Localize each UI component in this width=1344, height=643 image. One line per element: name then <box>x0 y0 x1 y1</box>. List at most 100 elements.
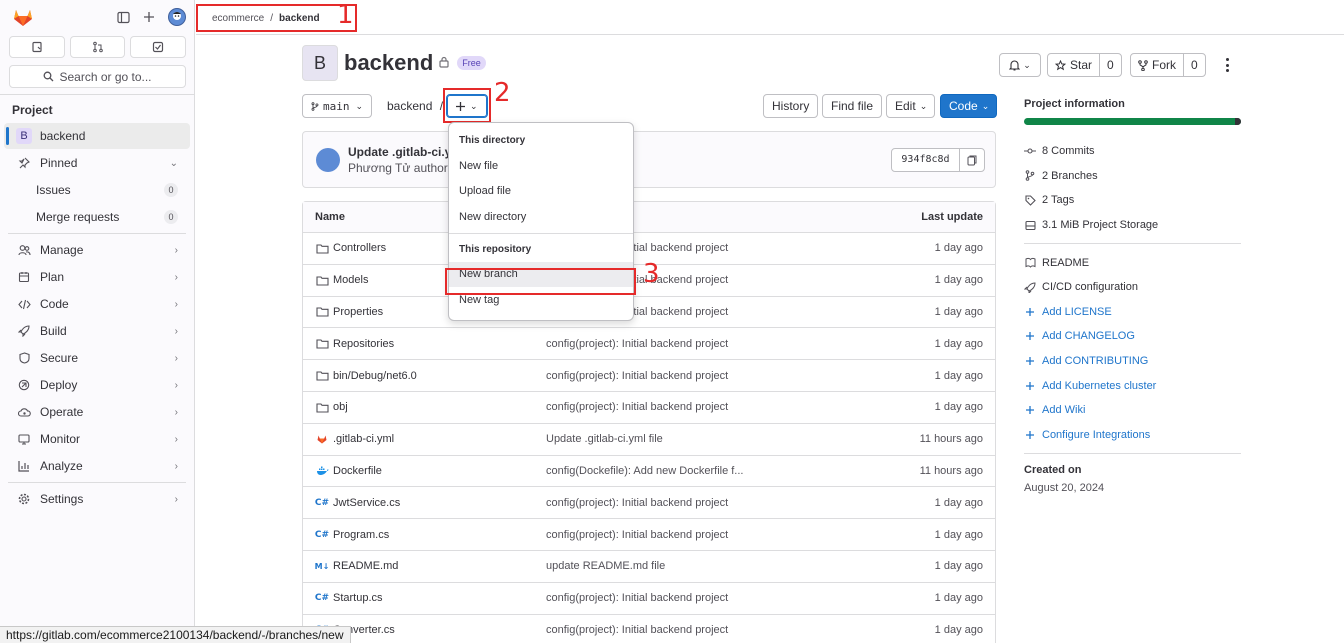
star-count[interactable]: 0 <box>1100 58 1121 72</box>
project-link[interactable]: Add Wiki <box>1024 398 1241 423</box>
sidebar-toggle-icon[interactable] <box>116 10 130 24</box>
file-name-link[interactable]: bin/Debug/net6.0 <box>315 370 417 382</box>
commit-sha-link[interactable]: 934f8c8d <box>892 149 960 171</box>
project-link[interactable]: Add LICENSE <box>1024 300 1241 325</box>
commit-author-avatar[interactable] <box>316 148 340 172</box>
commit-message-link[interactable]: config(project): Initial backend project <box>546 624 728 636</box>
count-badge: 0 <box>164 183 178 197</box>
sidebar-item-plan[interactable]: Plan › <box>4 264 190 290</box>
sidebar-item-settings[interactable]: Settings › <box>4 486 190 512</box>
commit-message-link[interactable]: config(project): Initial backend project <box>546 592 728 604</box>
commit-message-link[interactable]: Update .gitlab-ci.yml file <box>546 433 663 445</box>
sidebar-item-pinned[interactable]: Pinned ⌄ <box>4 150 190 176</box>
sidebar-section-heading: Project <box>12 103 53 117</box>
sidebar-item-build[interactable]: Build › <box>4 318 190 344</box>
new-directory-item[interactable]: New directory <box>449 204 633 230</box>
path-root-link[interactable]: backend <box>387 99 432 113</box>
project-link[interactable]: Add CONTRIBUTING <box>1024 349 1241 374</box>
table-row[interactable]: C# Startup.cs config(project): Initial bac… <box>303 583 995 615</box>
find-file-button[interactable]: Find file <box>822 94 883 118</box>
docker-icon <box>315 465 329 476</box>
table-row[interactable]: .gitlab-ci.yml Update .gitlab-ci.yml file… <box>303 424 995 456</box>
merge-requests-shortcut-button[interactable] <box>69 36 126 58</box>
project-stat-link[interactable]: 3.1 MiB Project Storage <box>1024 213 1241 238</box>
table-row[interactable]: Dockerfile config(Dockefile): Add new Doc… <box>303 456 995 488</box>
project-link[interactable]: Configure Integrations <box>1024 423 1241 448</box>
commit-message-link[interactable]: config(project): Initial backend project <box>546 529 728 541</box>
sidebar-item-code[interactable]: Code › <box>4 291 190 317</box>
file-name-link[interactable]: Dockerfile <box>315 465 382 477</box>
table-row[interactable]: C# Program.cs config(project): Initial bac… <box>303 519 995 551</box>
file-name-link[interactable]: .gitlab-ci.yml <box>315 433 394 445</box>
sidebar-item-secure[interactable]: Secure › <box>4 345 190 371</box>
history-button[interactable]: History <box>763 94 819 118</box>
table-row[interactable]: Repositories config(project): Initial bac… <box>303 328 995 361</box>
project-link-label: Add CHANGELOG <box>1042 330 1135 343</box>
commit-message-link[interactable]: config(project): Initial backend project <box>546 370 728 382</box>
user-avatar[interactable] <box>168 8 186 26</box>
issues-shortcut-button[interactable] <box>9 36 65 58</box>
sidebar-item-analyze[interactable]: Analyze › <box>4 453 190 479</box>
commit-message-link[interactable]: config(project): Initial backend project <box>546 401 728 413</box>
upload-file-item[interactable]: Upload file <box>449 179 633 205</box>
code-dropdown-button[interactable]: Code ⌄ <box>940 94 997 118</box>
search-button[interactable]: Search or go to... <box>9 65 186 88</box>
file-name-link[interactable]: C# Startup.cs <box>315 592 383 604</box>
file-name-link[interactable]: Properties <box>315 306 383 318</box>
file-name-link[interactable]: Repositories <box>315 338 394 350</box>
new-file-item[interactable]: New file <box>449 153 633 179</box>
column-header-name: Name <box>315 211 345 223</box>
table-row[interactable]: obj config(project): Initial backend proj… <box>303 392 995 424</box>
project-stat-link[interactable]: 2 Branches <box>1024 164 1241 189</box>
notifications-button[interactable]: ⌄ <box>999 53 1041 77</box>
commit-author-link[interactable]: Phương Tử <box>348 161 410 175</box>
branch-selector[interactable]: main ⌄ <box>302 94 372 118</box>
commit-message-link[interactable]: config(Dockefile): Add new Dockerfile f.… <box>546 465 743 477</box>
file-name-link[interactable]: C# Program.cs <box>315 529 389 541</box>
table-row[interactable]: C# JwtService.cs config(project): Initial … <box>303 487 995 520</box>
project-link[interactable]: Add CHANGELOG <box>1024 324 1241 349</box>
table-row[interactable]: bin/Debug/net6.0 config(project): Initial… <box>303 360 995 392</box>
sidebar-item-deploy[interactable]: Deploy › <box>4 372 190 398</box>
file-name-link[interactable]: obj <box>315 401 348 413</box>
gitlab-logo-icon[interactable] <box>11 5 35 29</box>
sidebar-item-issues[interactable]: Issues 0 <box>4 177 190 203</box>
last-update-time: 1 day ago <box>934 274 983 287</box>
file-name-link[interactable]: C# JwtService.cs <box>315 497 400 509</box>
sidebar-item-project[interactable]: B backend <box>4 123 190 149</box>
project-link[interactable]: README <box>1024 250 1241 275</box>
project-stat-link[interactable]: 2 Tags <box>1024 188 1241 213</box>
project-stat-link[interactable]: 8 Commits <box>1024 139 1241 164</box>
edit-dropdown-button[interactable]: Edit ⌄ <box>886 94 935 118</box>
sidebar-item-merge-requests[interactable]: Merge requests 0 <box>4 204 190 230</box>
more-actions-icon[interactable] <box>1221 57 1233 73</box>
file-name-link[interactable]: M↓ README.md <box>315 560 399 572</box>
fork-button[interactable]: Fork <box>1131 54 1184 76</box>
project-link[interactable]: CI/CD configuration <box>1024 275 1241 300</box>
commit-message-link[interactable]: config(project): Initial backend project <box>546 497 728 509</box>
last-update-time: 1 day ago <box>934 401 983 414</box>
sidebar-item-label: Deploy <box>40 378 78 392</box>
annotation-number-1: 1 <box>337 0 354 30</box>
commit-message-link[interactable]: config(project): Initial backend project <box>546 338 728 350</box>
file-name-link[interactable]: Models <box>315 274 368 286</box>
chevron-right-icon: › <box>174 406 178 418</box>
todo-shortcut-button[interactable] <box>130 36 187 58</box>
table-row[interactable]: Properties config(project): Initial backe… <box>303 297 995 329</box>
new-item-plus-icon[interactable] <box>142 10 156 24</box>
table-row[interactable]: C#Converter.csconfig(project): Initial b… <box>303 615 995 643</box>
commit-message-link[interactable]: update README.md file <box>546 560 665 572</box>
copy-icon[interactable] <box>960 155 984 166</box>
sidebar-item-operate[interactable]: Operate › <box>4 399 190 425</box>
sidebar-item-manage[interactable]: Manage › <box>4 237 190 263</box>
table-row[interactable]: M↓ README.md update README.md file 1 day ag… <box>303 551 995 583</box>
file-name-link[interactable]: Controllers <box>315 242 386 254</box>
star-button[interactable]: Star <box>1048 54 1101 76</box>
sidebar-item-monitor[interactable]: Monitor › <box>4 426 190 452</box>
breadcrumb-project-link[interactable]: backend <box>279 13 320 24</box>
main-content: B backend Free main ⌄ backend / ⌄ 2 Hist… <box>302 44 998 643</box>
project-link[interactable]: Add Kubernetes cluster <box>1024 373 1241 398</box>
breadcrumb-group-link[interactable]: ecommerce <box>212 13 264 24</box>
fork-count[interactable]: 0 <box>1184 58 1205 72</box>
branch-name: main <box>322 99 350 113</box>
